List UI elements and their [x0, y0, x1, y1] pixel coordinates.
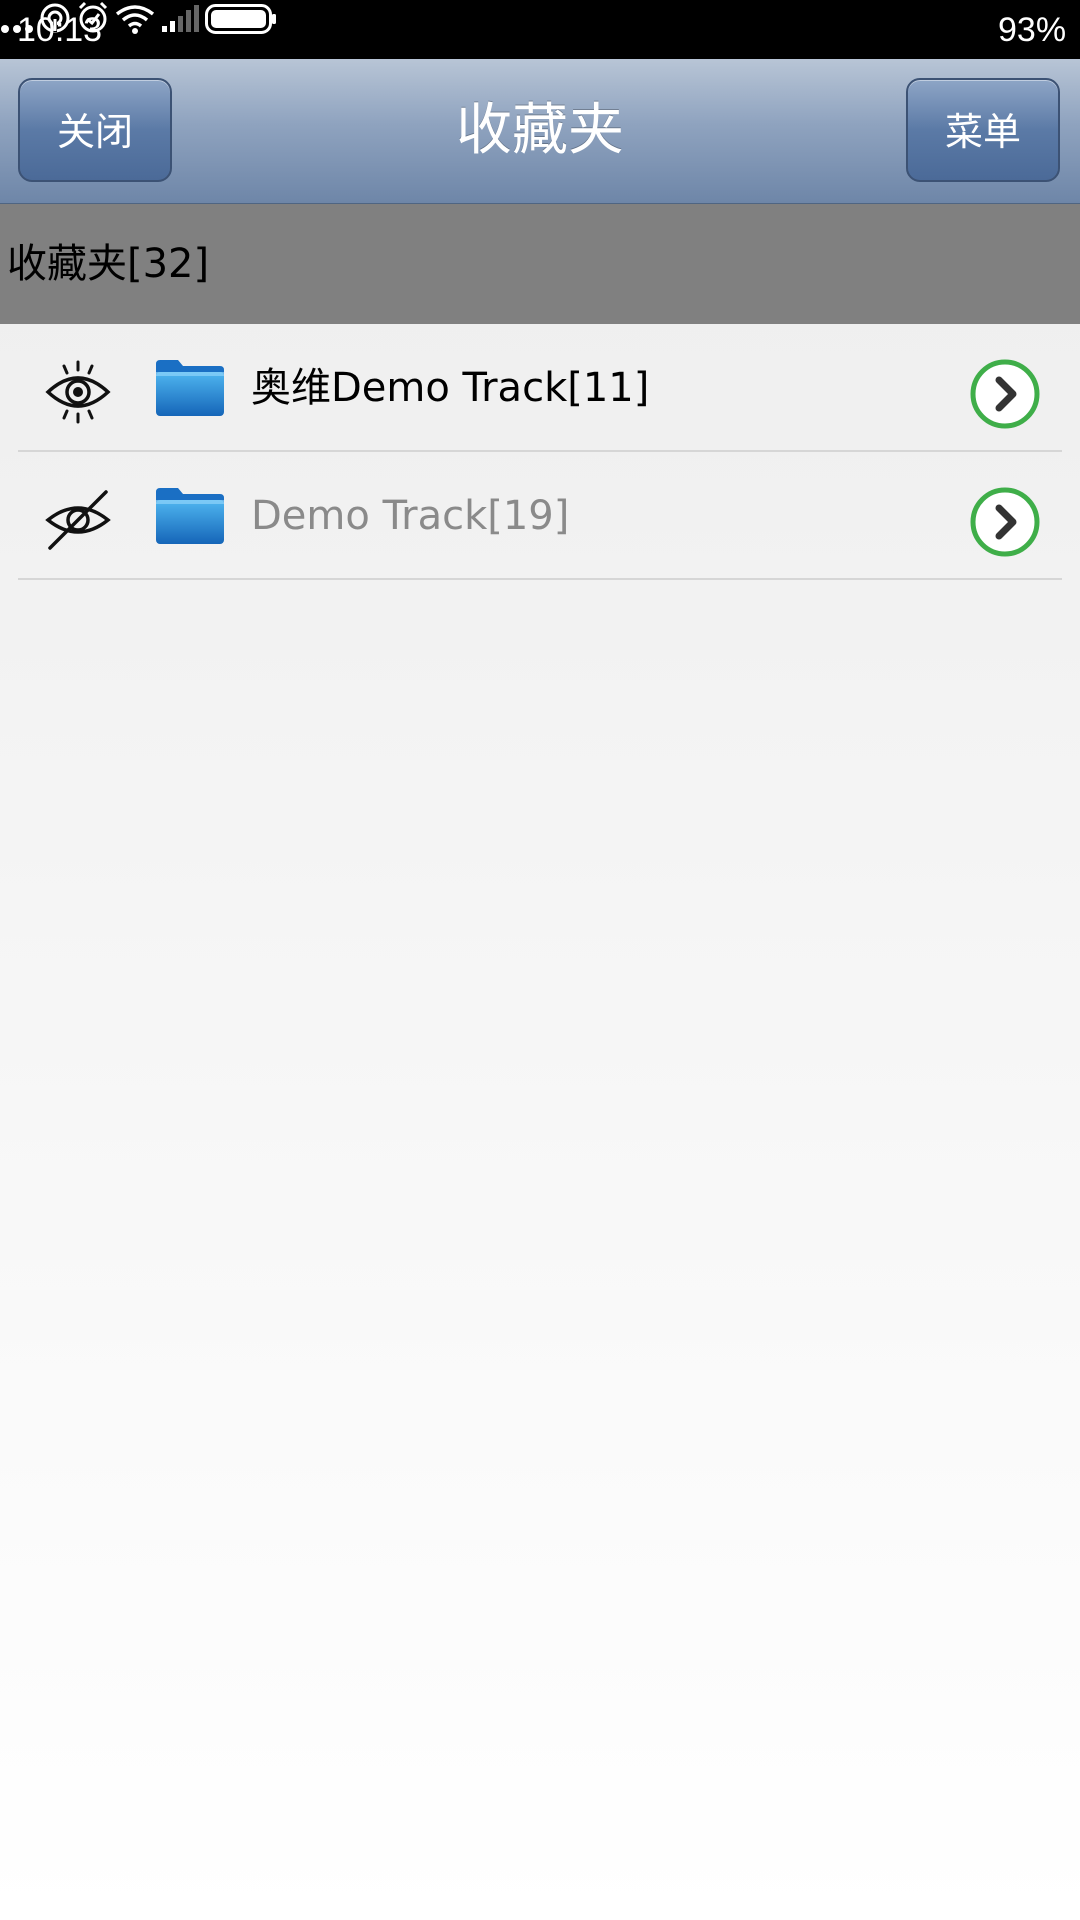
list-item[interactable]: Demo Track[19] [18, 452, 1062, 580]
screen: 10:13 93% 关闭 收藏夹 菜单 收藏夹[32] 奥维Demo Track… [0, 0, 1080, 1920]
nav-bar: 关闭 收藏夹 菜单 [0, 59, 1080, 204]
signal-icon [162, 5, 200, 32]
folder-label: Demo Track[19] [251, 493, 570, 539]
close-button[interactable]: 关闭 [18, 78, 172, 182]
list-item[interactable]: 奥维Demo Track[11] [18, 324, 1062, 452]
folder-icon [156, 488, 224, 544]
eye-icon[interactable] [44, 358, 112, 426]
chevron-right-icon[interactable] [969, 358, 1041, 430]
section-header: 收藏夹[32] [0, 204, 1080, 324]
section-title: 收藏夹[32] [7, 241, 210, 287]
status-time: 10:13 [17, 11, 103, 49]
folder-label: 奥维Demo Track[11] [251, 365, 650, 411]
chevron-right-icon[interactable] [969, 486, 1041, 558]
menu-button[interactable]: 菜单 [906, 78, 1060, 182]
wifi-icon [116, 5, 155, 34]
eye-hidden-icon[interactable] [44, 486, 112, 554]
folder-icon [156, 360, 224, 416]
battery-percent: 93% [998, 11, 1067, 49]
battery-icon [205, 4, 277, 34]
status-bar: 10:13 93% [0, 0, 1080, 59]
page-title: 收藏夹 [456, 98, 624, 163]
